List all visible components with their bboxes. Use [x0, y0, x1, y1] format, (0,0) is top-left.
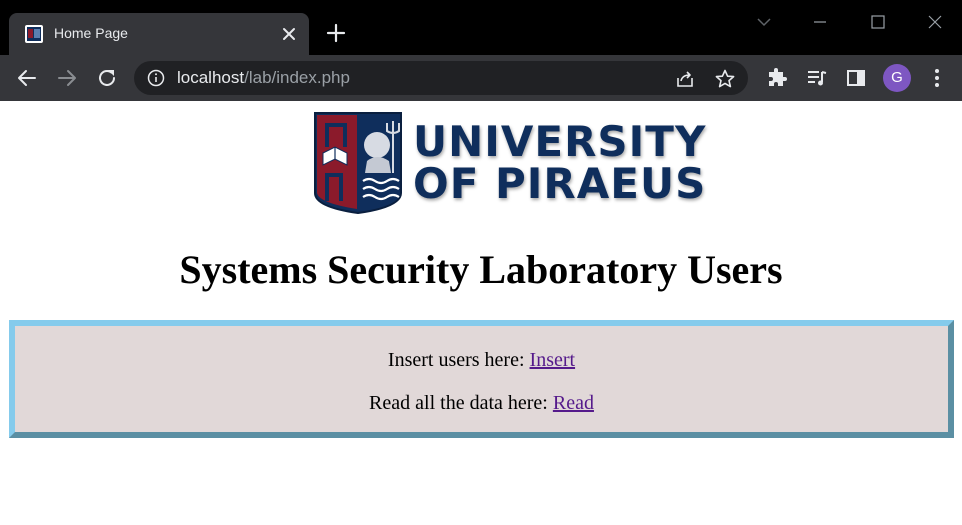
insert-label: Insert users here: — [387, 349, 530, 371]
read-row: Read all the data here: Read — [15, 392, 948, 415]
university-logo: UNIVERSITY OF PIRAEUS — [313, 111, 705, 215]
url-text[interactable]: localhost/lab/index.php — [177, 68, 350, 88]
url-host: localhost — [177, 68, 245, 87]
media-queue-icon[interactable] — [805, 66, 829, 90]
browser-chrome: Home Page localhost/lab/index.php G — [0, 0, 962, 101]
toolbar: localhost/lab/index.php G — [0, 55, 962, 101]
menu-kebab-icon[interactable] — [925, 66, 949, 90]
minimize-icon[interactable] — [808, 10, 832, 34]
tab-title: Home Page — [54, 25, 128, 41]
logo-line-of-piraeus: OF PIRAEUS — [413, 159, 707, 208]
page-content: UNIVERSITY OF PIRAEUS Systems Security L… — [0, 101, 962, 525]
share-icon[interactable] — [674, 68, 696, 90]
window-close-icon[interactable] — [923, 10, 947, 34]
address-bar[interactable]: localhost/lab/index.php — [134, 61, 748, 95]
reload-icon[interactable] — [95, 66, 119, 90]
url-path: /lab/index.php — [244, 68, 350, 87]
insert-row: Insert users here: Insert — [15, 349, 948, 372]
tab-strip: Home Page — [0, 0, 962, 55]
new-tab-icon[interactable] — [325, 22, 347, 44]
insert-link[interactable]: Insert — [530, 349, 576, 371]
links-panel: Insert users here: Insert Read all the d… — [9, 320, 954, 438]
extensions-icon[interactable] — [765, 66, 789, 90]
site-info-icon[interactable] — [147, 69, 165, 87]
favicon-icon — [25, 25, 43, 43]
read-label: Read all the data here: — [369, 392, 553, 414]
page-title: Systems Security Laboratory Users — [179, 247, 783, 292]
university-shield-icon — [314, 112, 402, 215]
close-tab-icon[interactable] — [279, 24, 299, 44]
side-panel-icon[interactable] — [844, 66, 868, 90]
back-icon[interactable] — [15, 66, 39, 90]
bookmark-star-icon[interactable] — [714, 68, 736, 90]
profile-avatar[interactable]: G — [883, 64, 911, 92]
read-link[interactable]: Read — [553, 392, 594, 414]
forward-icon[interactable] — [55, 66, 79, 90]
tab-search-icon[interactable] — [752, 10, 776, 34]
tab-home-page[interactable]: Home Page — [9, 13, 309, 55]
maximize-icon[interactable] — [866, 10, 890, 34]
